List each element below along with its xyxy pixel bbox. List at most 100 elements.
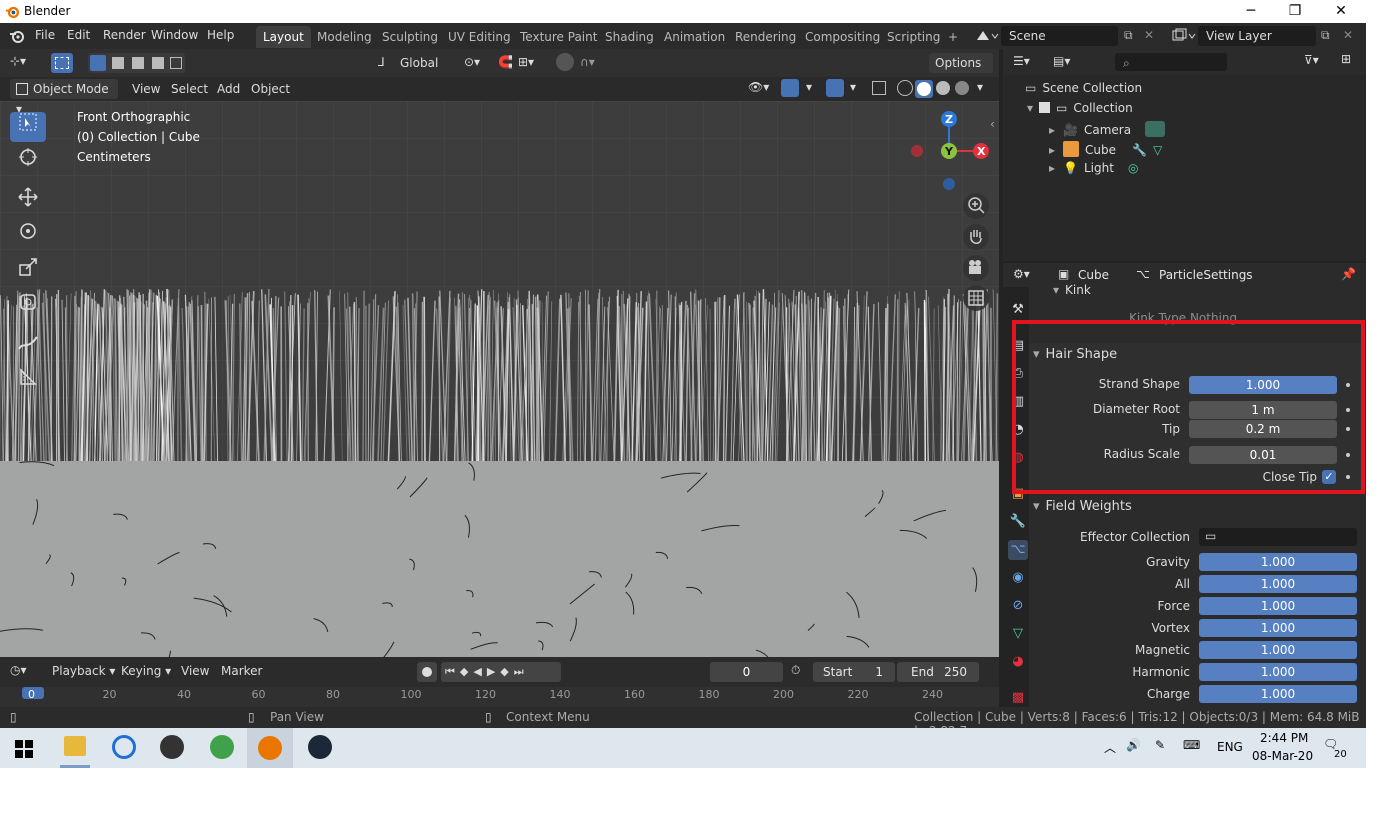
select-tool-button[interactable] [10, 112, 46, 142]
viewport-menu-view[interactable]: View [126, 79, 166, 99]
mesh-data-icon[interactable]: ▽ [1153, 143, 1162, 157]
tab-sculpting[interactable]: Sculpting [375, 26, 445, 48]
expand-icon[interactable]: ▸ [1049, 123, 1055, 137]
3d-viewport[interactable]: ⊹▾ ⅃ Global ▾ ⊙▾ 🧲 ⊞▾ ∩▾ Options ▾ Objec… [0, 49, 999, 657]
new-collection-icon[interactable]: ⊞ [1341, 52, 1351, 66]
tray-chevron-icon[interactable]: ︿ [1104, 739, 1116, 756]
tab-animation[interactable]: Animation [657, 26, 732, 48]
view-layer-remove-icon[interactable]: ✕ [1343, 28, 1353, 42]
timeline-menu-keying[interactable]: Keying ▾ [115, 661, 177, 681]
field-weights-panel-header[interactable]: ▾ Field Weights [1033, 495, 1363, 519]
language-indicator[interactable]: ENG [1217, 740, 1243, 754]
steam-icon[interactable] [308, 735, 332, 759]
pen-icon[interactable]: ✎ [1155, 738, 1165, 752]
tab-shading[interactable]: Shading [598, 26, 661, 48]
zoom-button[interactable] [963, 193, 989, 219]
pin-icon[interactable]: 📌 [1341, 267, 1356, 281]
expand-icon[interactable]: ▸ [1049, 143, 1055, 157]
scene-copy-icon[interactable]: ⧉ [1124, 28, 1133, 43]
overlays-toggle-icon[interactable] [826, 79, 844, 97]
data-tab-icon[interactable]: ▽ [1008, 624, 1028, 644]
expand-icon[interactable]: ▸ [1049, 161, 1055, 175]
timeline-menu-view[interactable]: View [175, 661, 215, 681]
cursor-tool-button[interactable] [10, 147, 46, 177]
viewport-menu-add[interactable]: Add [211, 79, 246, 99]
timeline-menu-playback[interactable]: Playback ▾ [46, 661, 121, 681]
view-layer-icon[interactable] [1170, 28, 1196, 44]
gizmo-neg-x-icon[interactable] [911, 145, 923, 157]
transform-tool-button[interactable] [10, 292, 46, 322]
gravity-slider[interactable]: 1.000 [1199, 553, 1357, 571]
gizmo-neg-z-icon[interactable] [943, 178, 955, 190]
tool-tab-icon[interactable]: ⚒ [1008, 300, 1028, 320]
view-layer-copy-icon[interactable]: ⧉ [1321, 28, 1330, 43]
modifier-tab-icon[interactable]: 🔧 [1008, 512, 1028, 532]
proportional-edit-icon[interactable] [556, 53, 574, 71]
scene-remove-icon[interactable]: ✕ [1144, 28, 1154, 42]
frame-ruler[interactable]: 0 20 40 60 80 100 120 140 160 180 200 220 240 [0, 687, 999, 707]
scene-icon[interactable] [975, 28, 999, 44]
magnetic-slider[interactable]: 1.000 [1199, 641, 1357, 659]
tab-scripting[interactable]: Scripting [880, 26, 947, 48]
rendered-shading-icon[interactable] [955, 81, 969, 95]
menu-window[interactable]: Window [151, 28, 198, 42]
kink-panel-header[interactable]: ▾ Kink [1053, 281, 1366, 299]
pan-button[interactable] [963, 224, 989, 250]
charge-slider[interactable]: 1.000 [1199, 685, 1357, 703]
app-icon[interactable] [160, 735, 184, 759]
effector-collection-field[interactable]: ▭ [1199, 528, 1357, 546]
browser-icon[interactable] [112, 735, 136, 759]
select-box-tool-button[interactable] [51, 53, 73, 73]
measure-tool-button[interactable] [10, 367, 46, 397]
outliner-item-cube[interactable]: ▸ Cube 🔧 ▽ [1049, 141, 1162, 157]
outliner-collection[interactable]: ▾ ▭ Collection [1027, 101, 1133, 115]
perspective-toggle-button[interactable] [963, 285, 989, 311]
gizmo-dropdown-icon[interactable]: ▾ [806, 80, 812, 94]
falloff-icon[interactable]: ∩▾ [580, 55, 595, 69]
all-slider[interactable]: 1.000 [1199, 575, 1357, 593]
outliner-scene-collection[interactable]: ▭ Scene Collection [1025, 81, 1142, 95]
sidebar-toggle-icon[interactable]: ‹ [990, 117, 995, 131]
overlays-dropdown-icon[interactable]: ▾ [850, 80, 856, 94]
app-green-icon[interactable] [210, 735, 234, 759]
tab-texture-paint[interactable]: Texture Paint [513, 26, 604, 48]
viewport-menu-object[interactable]: Object [245, 79, 296, 99]
tab-compositing[interactable]: Compositing [798, 26, 887, 48]
harmonic-slider[interactable]: 1.000 [1199, 663, 1357, 681]
outliner-search-field[interactable]: ⌕ [1115, 53, 1227, 71]
tab-modeling[interactable]: Modeling [310, 26, 379, 48]
current-frame-field[interactable]: 0 [710, 662, 783, 682]
windows-start-icon[interactable] [15, 740, 33, 758]
light-data-icon[interactable]: ◎ [1128, 161, 1138, 175]
shading-dropdown-icon[interactable]: ▾ [977, 80, 983, 94]
timeline-menu-marker[interactable]: Marker [215, 661, 268, 681]
end-frame-field[interactable]: End 250 [897, 662, 979, 682]
pivot-point-icon[interactable]: ⊙▾ [464, 55, 480, 69]
properties-editor-type-icon[interactable]: ⚙▾ [1013, 267, 1030, 281]
solid-shading-icon[interactable] [915, 80, 933, 98]
particles-tab-icon[interactable]: ⌥ [1008, 540, 1028, 560]
file-explorer-icon[interactable] [64, 736, 86, 756]
keyboard-icon[interactable]: ⌨ [1183, 738, 1200, 752]
camera-view-button[interactable] [963, 255, 989, 281]
outliner-item-camera[interactable]: ▸ 🎥 Camera [1049, 121, 1166, 137]
modifier-wrench-icon[interactable]: 🔧 [1132, 143, 1147, 157]
rotate-tool-button[interactable] [10, 221, 46, 251]
tab-rendering[interactable]: Rendering [728, 26, 803, 48]
maximize-button[interactable]: ❐ [1272, 0, 1318, 23]
volume-icon[interactable]: 🔊 [1126, 738, 1141, 752]
gizmo-toggle-icon[interactable] [781, 79, 799, 97]
xray-toggle-icon[interactable] [872, 81, 886, 95]
texture-tab-icon[interactable]: ▩ [1008, 688, 1028, 708]
transform-orientation-dropdown[interactable]: Global ▾ [394, 53, 454, 90]
display-mode-icon[interactable]: ▤▾ [1053, 54, 1070, 68]
move-tool-button[interactable] [10, 187, 46, 217]
scale-tool-button[interactable] [10, 257, 46, 287]
selection-mode-buttons[interactable] [88, 53, 185, 73]
menu-help[interactable]: Help [207, 28, 234, 42]
scene-name-field[interactable]: Scene [1001, 26, 1118, 46]
record-button[interactable] [417, 662, 437, 682]
filter-icon[interactable]: ⊽▾ [1304, 53, 1319, 67]
physics-tab-icon[interactable]: ◉ [1008, 568, 1028, 588]
clock-date[interactable]: 08-Mar-20 [1252, 749, 1313, 763]
